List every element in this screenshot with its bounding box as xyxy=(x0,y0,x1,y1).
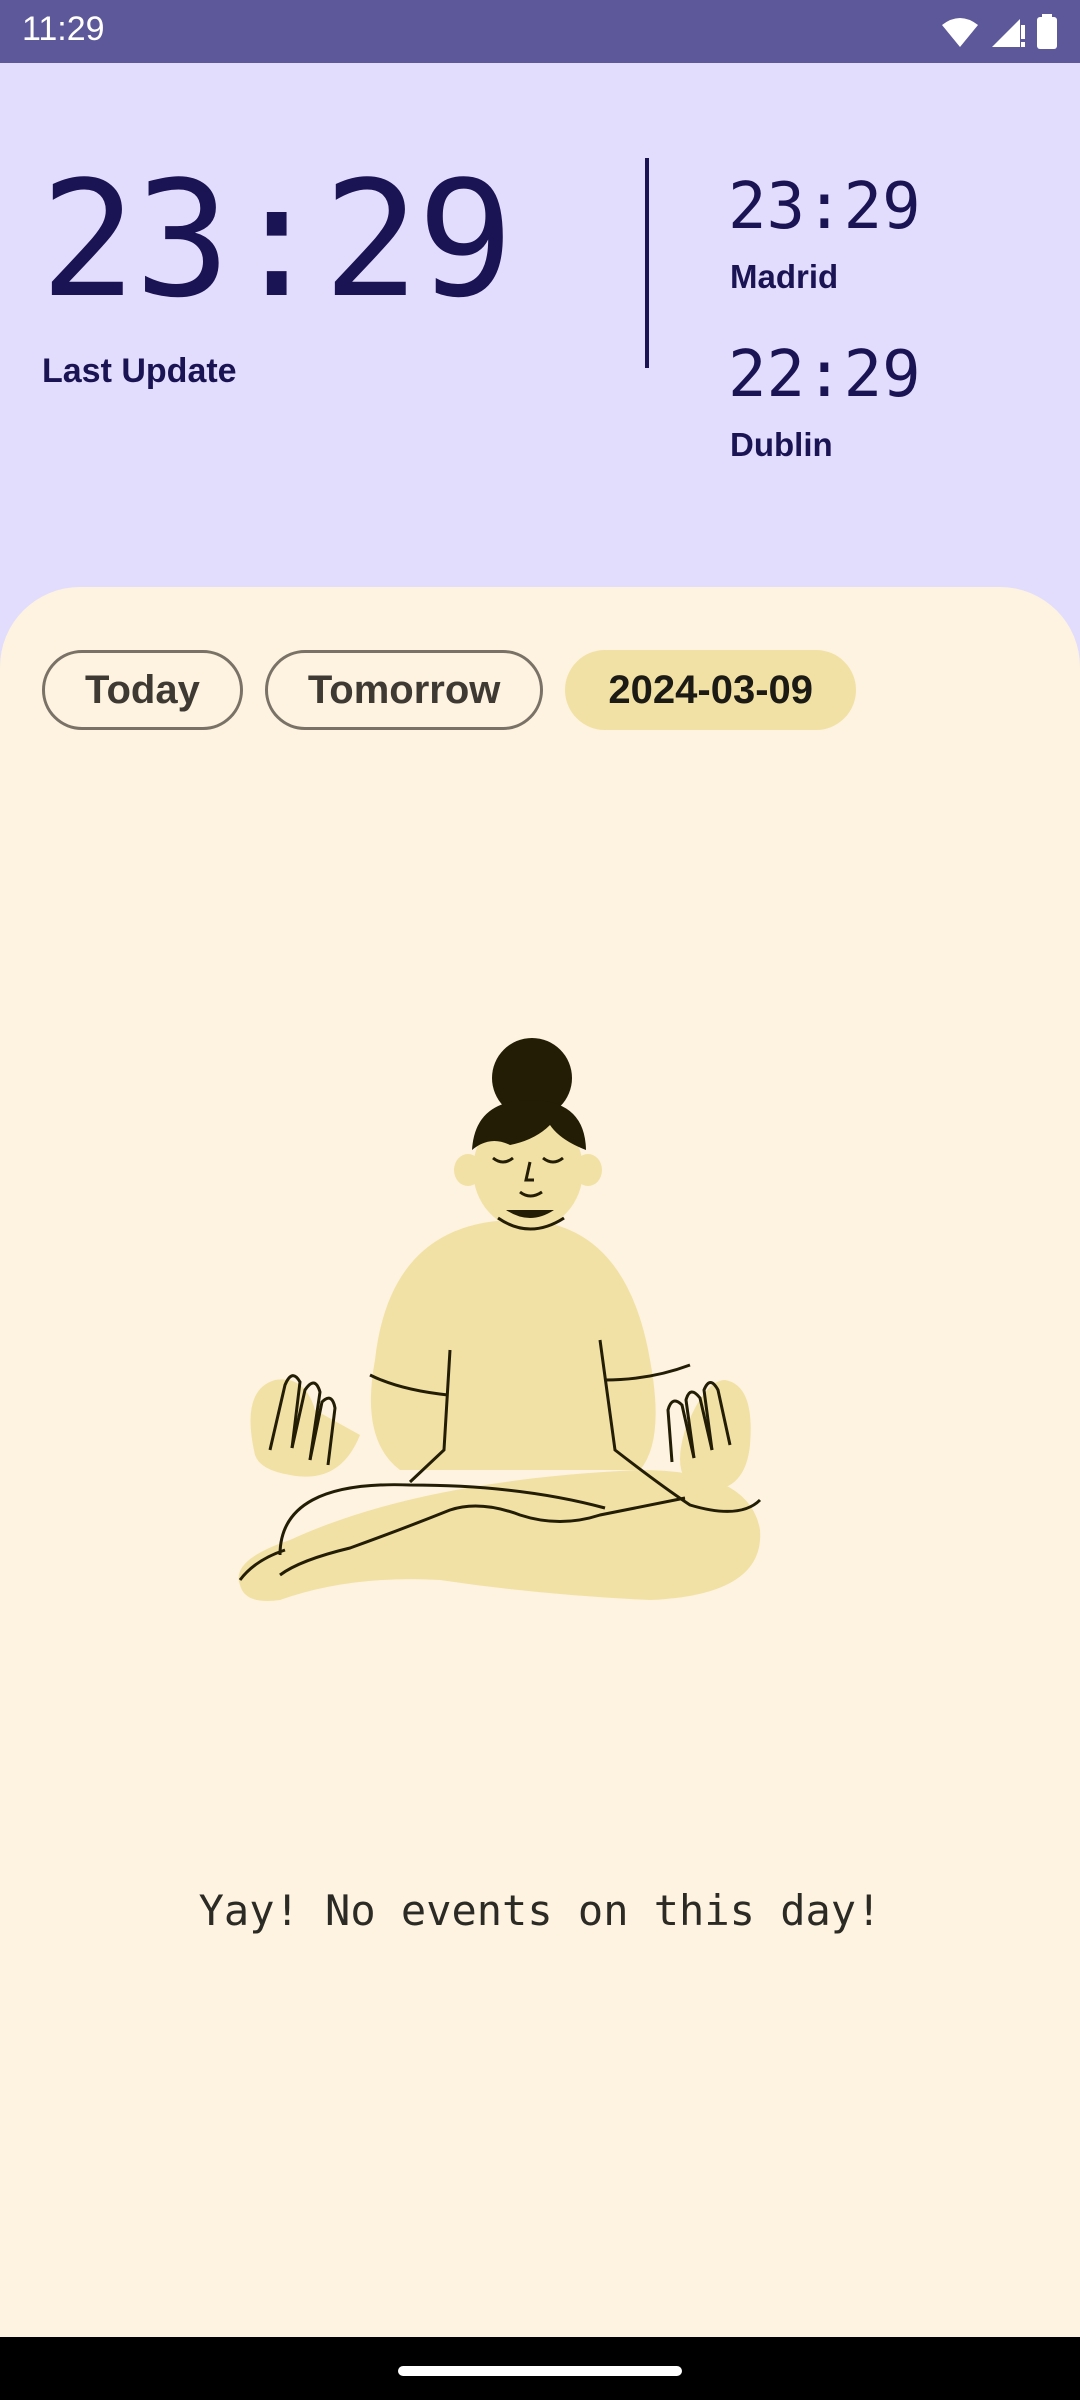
zone-name-dublin: Dublin xyxy=(730,426,833,463)
chip-date[interactable]: 2024-03-09 xyxy=(565,650,857,730)
day-filter-chips: Today Tomorrow 2024-03-09 xyxy=(42,650,857,730)
signal-icon xyxy=(992,19,1025,47)
zone-time-dublin: 22:29 xyxy=(728,338,921,412)
home-handle[interactable] xyxy=(398,2366,682,2376)
zone-name-madrid: Madrid xyxy=(730,258,839,295)
local-time: 23:29 xyxy=(40,146,514,333)
status-bar: 11:29 xyxy=(0,0,1080,63)
last-update-label: Last Update xyxy=(42,352,237,390)
header-divider xyxy=(645,158,649,368)
wifi-icon xyxy=(942,18,978,47)
empty-state-message: Yay! No events on this day! xyxy=(198,1886,882,1935)
status-icons xyxy=(940,12,1058,52)
status-time: 11:29 xyxy=(22,10,105,48)
chip-today[interactable]: Today xyxy=(42,650,243,730)
zone-time-madrid: 23:29 xyxy=(728,170,921,244)
meditating-person-illustration xyxy=(238,1038,762,1601)
chip-tomorrow[interactable]: Tomorrow xyxy=(264,650,544,730)
battery-icon xyxy=(1037,14,1057,49)
